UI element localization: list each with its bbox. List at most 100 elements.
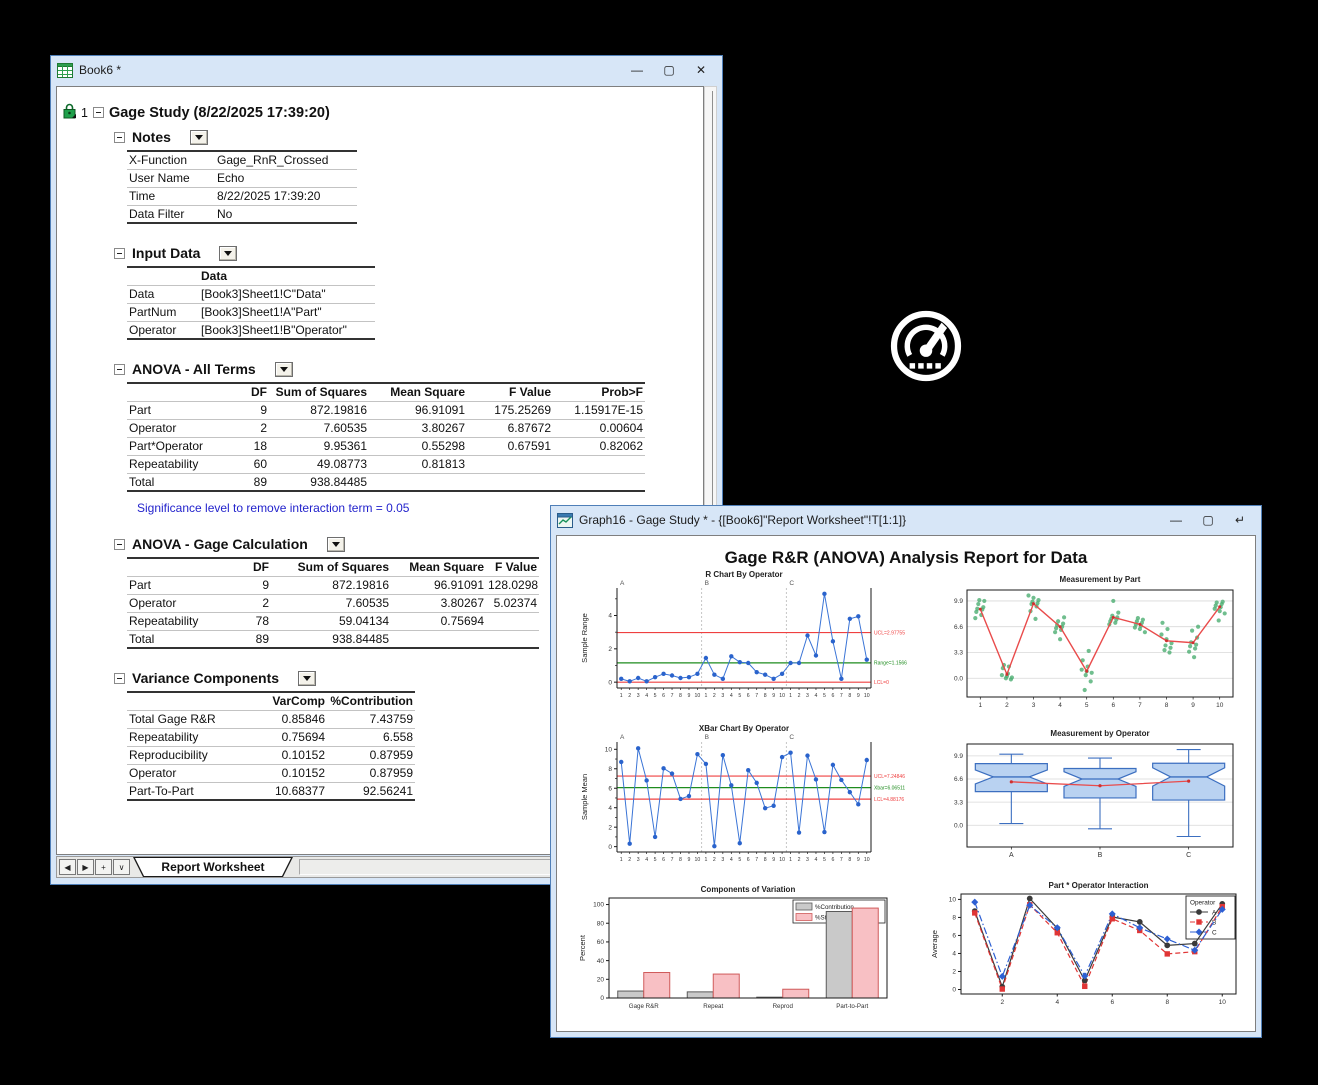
collapse-icon[interactable]	[114, 248, 125, 259]
svg-text:8: 8	[952, 915, 956, 922]
table-cell: 6.558	[327, 728, 415, 746]
svg-text:3.3: 3.3	[954, 650, 963, 657]
components-of-variation-chart[interactable]: Components of Variation020406080100%Cont…	[569, 880, 905, 1022]
dropdown-button[interactable]	[327, 537, 345, 552]
sheet-tab-report-worksheet[interactable]: Report Worksheet	[133, 857, 293, 877]
table-cell: VarComp	[245, 692, 327, 710]
svg-text:UCL=7.24846: UCL=7.24846	[874, 774, 905, 780]
table-cell: 96.91091	[369, 401, 467, 419]
table-cell: F Value	[467, 383, 553, 401]
tab-scroll-right-button[interactable]: ▶	[77, 859, 94, 875]
table-cell: 0.82062	[553, 437, 645, 455]
svg-text:8: 8	[848, 693, 851, 699]
table-cell: Total Gage R&R	[127, 710, 245, 728]
svg-text:1: 1	[620, 857, 623, 863]
table-cell: 9	[231, 576, 271, 594]
sheet-list-button[interactable]: ∨	[113, 859, 130, 875]
svg-text:10: 10	[864, 693, 870, 699]
graph16-titlebar[interactable]: Graph16 - Gage Study * - {[Book6]"Report…	[551, 506, 1261, 534]
table-cell	[127, 692, 245, 710]
measurement-by-operator-chart[interactable]: Measurement by Operator0.03.36.69.9ABC	[941, 724, 1251, 872]
collapse-icon[interactable]	[114, 132, 125, 143]
close-button[interactable]: ✕	[686, 60, 716, 80]
table-cell: Part	[127, 401, 231, 419]
dropdown-button[interactable]	[190, 130, 208, 145]
table-cell: PartNum	[127, 303, 199, 321]
table-cell: 938.84485	[269, 473, 369, 491]
restore-button[interactable]: ↵	[1225, 510, 1255, 530]
speedometer-icon	[887, 307, 965, 385]
table-row: Part-To-Part10.6837792.56241	[127, 782, 415, 800]
maximize-button[interactable]: ▢	[654, 60, 684, 80]
dropdown-button[interactable]	[298, 671, 316, 686]
tab-scroll-left-button[interactable]: ◀	[59, 859, 76, 875]
svg-text:Gage R&R: Gage R&R	[629, 1003, 659, 1010]
svg-text:XBar Chart By Operator: XBar Chart By Operator	[699, 724, 789, 733]
svg-text:1: 1	[620, 693, 623, 699]
svg-text:4: 4	[952, 951, 956, 958]
svg-text:10: 10	[605, 747, 613, 754]
table-cell	[127, 383, 231, 401]
table-cell: Data Filter	[127, 205, 215, 223]
table-cell: [Book3]Sheet1!A"Part"	[199, 303, 375, 321]
svg-text:2: 2	[608, 646, 612, 653]
add-sheet-button[interactable]: +	[95, 859, 112, 875]
r-chart-by-operator[interactable]: R Chart By OperatorABCUCL=2.97755Range=1…	[571, 568, 907, 714]
part-operator-interaction-chart[interactable]: Part * Operator Interaction0246810Operat…	[931, 878, 1256, 1024]
minimize-button[interactable]: —	[622, 60, 652, 80]
collapse-icon[interactable]	[114, 673, 125, 684]
svg-text:Components of Variation: Components of Variation	[701, 885, 796, 894]
table-cell	[467, 473, 553, 491]
graph-report-title: Gage R&R (ANOVA) Analysis Report for Dat…	[557, 548, 1255, 568]
graph-icon	[557, 513, 573, 528]
svg-text:2: 2	[608, 824, 612, 831]
table-cell: Repeatability	[127, 612, 231, 630]
collapse-icon[interactable]	[114, 364, 125, 375]
svg-text:7: 7	[840, 857, 843, 863]
book6-titlebar[interactable]: Book6 * — ▢ ✕	[51, 56, 722, 84]
collapse-icon[interactable]	[114, 539, 125, 550]
svg-text:3: 3	[637, 857, 640, 863]
table-cell: 0.75694	[245, 728, 327, 746]
table-cell: Operator	[127, 764, 245, 782]
xbar-chart-by-operator[interactable]: XBar Chart By OperatorABCUCL=7.24846Xbar…	[571, 718, 907, 878]
section-input-data: Input Data DataData[Book3]Sheet1!C"Data"…	[57, 245, 703, 340]
table-cell: 7.60535	[271, 594, 391, 612]
svg-text:C: C	[1212, 929, 1217, 936]
measurement-by-part-chart[interactable]: Measurement by Part0.03.36.69.9123456789…	[941, 570, 1251, 716]
table-row: X-FunctionGage_RnR_Crossed	[127, 151, 357, 169]
section-title: Variance Components	[132, 670, 279, 686]
row-number: 1	[81, 106, 88, 120]
table-row: Operator27.605353.802676.876720.00604	[127, 419, 645, 437]
svg-text:10: 10	[1216, 702, 1224, 709]
collapse-icon[interactable]	[93, 107, 104, 118]
svg-text:2: 2	[628, 693, 631, 699]
svg-text:1: 1	[789, 693, 792, 699]
svg-text:3: 3	[1032, 702, 1036, 709]
dropdown-button[interactable]	[219, 246, 237, 261]
table-row: Time8/22/2025 17:39:20	[127, 187, 357, 205]
svg-text:Operator: Operator	[1190, 900, 1216, 907]
svg-text:6: 6	[747, 693, 750, 699]
svg-text:2: 2	[713, 857, 716, 863]
table-cell	[127, 267, 199, 285]
table-cell: Mean Square	[369, 383, 467, 401]
table-cell: 7.60535	[269, 419, 369, 437]
dropdown-button[interactable]	[275, 362, 293, 377]
svg-text:4: 4	[730, 857, 733, 863]
svg-text:B: B	[1098, 852, 1103, 859]
svg-text:4: 4	[1058, 702, 1062, 709]
svg-text:40: 40	[597, 958, 605, 965]
table-cell: 0.81813	[369, 455, 467, 473]
maximize-button[interactable]: ▢	[1193, 510, 1223, 530]
chevron-down-icon	[332, 542, 340, 547]
svg-text:3: 3	[806, 857, 809, 863]
svg-text:C: C	[789, 580, 794, 587]
minimize-button[interactable]: —	[1161, 510, 1191, 530]
svg-text:7: 7	[755, 857, 758, 863]
table-cell: User Name	[127, 169, 215, 187]
svg-text:7: 7	[755, 693, 758, 699]
svg-text:6: 6	[952, 933, 956, 940]
svg-text:Part * Operator Interaction: Part * Operator Interaction	[1048, 881, 1148, 890]
table-cell	[127, 558, 231, 576]
